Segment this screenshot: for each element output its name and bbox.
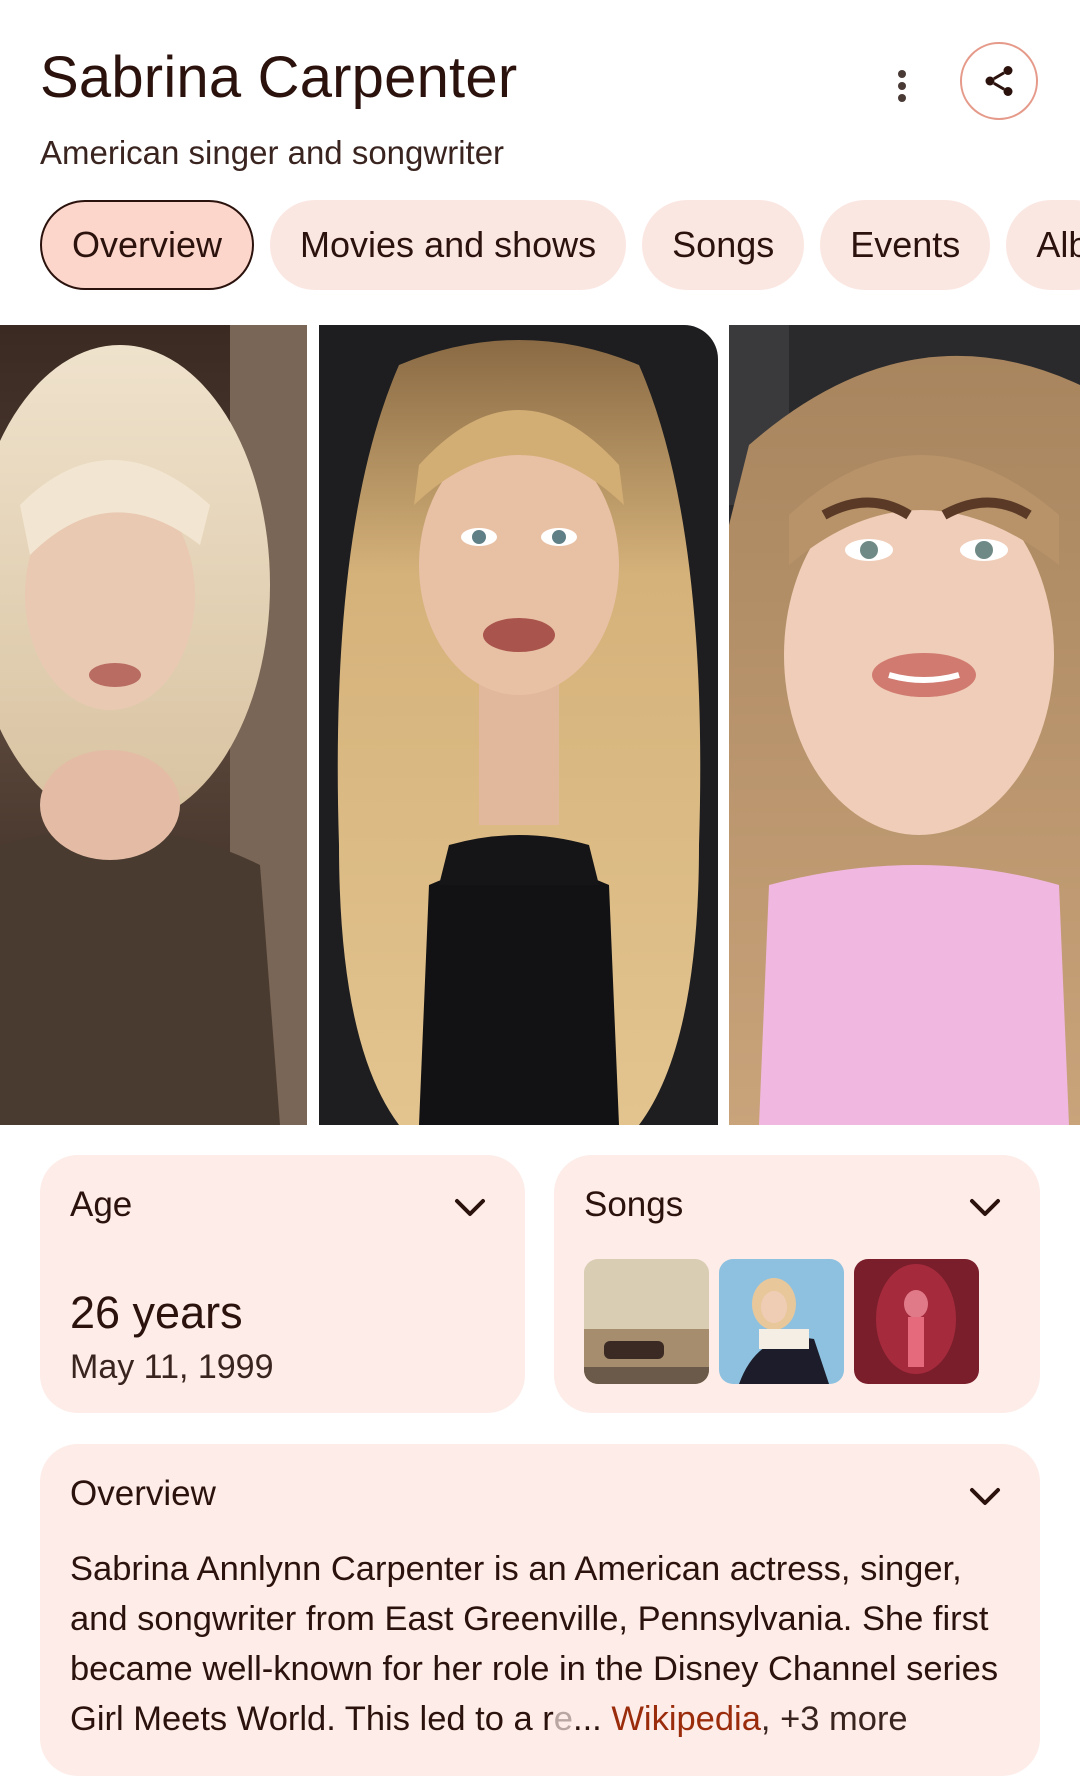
song-thumbnails (584, 1259, 979, 1384)
overview-description: Sabrina Annlynn Carpenter is an American… (70, 1544, 1010, 1744)
overview-card[interactable]: Overview Sabrina Annlynn Carpenter is an… (40, 1444, 1040, 1776)
photo-1[interactable] (0, 325, 307, 1125)
photo-2[interactable] (319, 325, 718, 1125)
share-icon (985, 66, 1013, 96)
more-options-button[interactable] (880, 60, 924, 112)
photo-3[interactable] (729, 325, 1080, 1125)
tab-events[interactable]: Events (820, 200, 991, 290)
overview-card-title: Overview (70, 1474, 216, 1513)
birth-date: May 11, 1999 (70, 1348, 274, 1386)
song-thumbnail-3[interactable] (854, 1259, 979, 1384)
more-vert-icon (898, 70, 906, 102)
song-thumbnail-1[interactable] (584, 1259, 709, 1384)
overview-expand-button[interactable] (965, 1482, 1005, 1512)
tab-songs[interactable]: Songs (642, 200, 805, 290)
age-card[interactable]: Age 26 years May 11, 1999 (40, 1155, 525, 1413)
age-card-title: Age (70, 1185, 133, 1224)
songs-card-title: Songs (584, 1185, 684, 1224)
songs-card[interactable]: Songs (554, 1155, 1040, 1413)
chevron-down-icon (455, 1199, 485, 1216)
tab-bar: Overview Movies and shows Songs Events A… (40, 200, 1080, 290)
source-separator: , (760, 1700, 771, 1738)
song-thumbnail-2[interactable] (719, 1259, 844, 1384)
page-title: Sabrina Carpenter (40, 45, 518, 110)
share-button[interactable] (960, 42, 1038, 120)
tab-movies-and-shows[interactable]: Movies and shows (270, 200, 627, 290)
age-value: 26 years (70, 1287, 243, 1338)
tab-overview[interactable]: Overview (40, 200, 255, 290)
more-sources-link[interactable]: +3 more (780, 1700, 908, 1738)
page-subtitle: American singer and songwriter (40, 134, 505, 171)
image-carousel (0, 325, 1080, 1125)
knowledge-panel: Sabrina Carpenter American singer and so… (0, 0, 1080, 1782)
wikipedia-link[interactable]: Wikipedia (611, 1700, 761, 1738)
age-expand-button[interactable] (450, 1193, 490, 1223)
overview-ellipsis: ... (572, 1700, 602, 1738)
songs-expand-button[interactable] (965, 1193, 1005, 1223)
chevron-down-icon (970, 1488, 1000, 1505)
chevron-down-icon (970, 1199, 1000, 1216)
overview-text-fade: e (553, 1700, 573, 1738)
tab-albums[interactable]: Alb (1006, 200, 1080, 290)
